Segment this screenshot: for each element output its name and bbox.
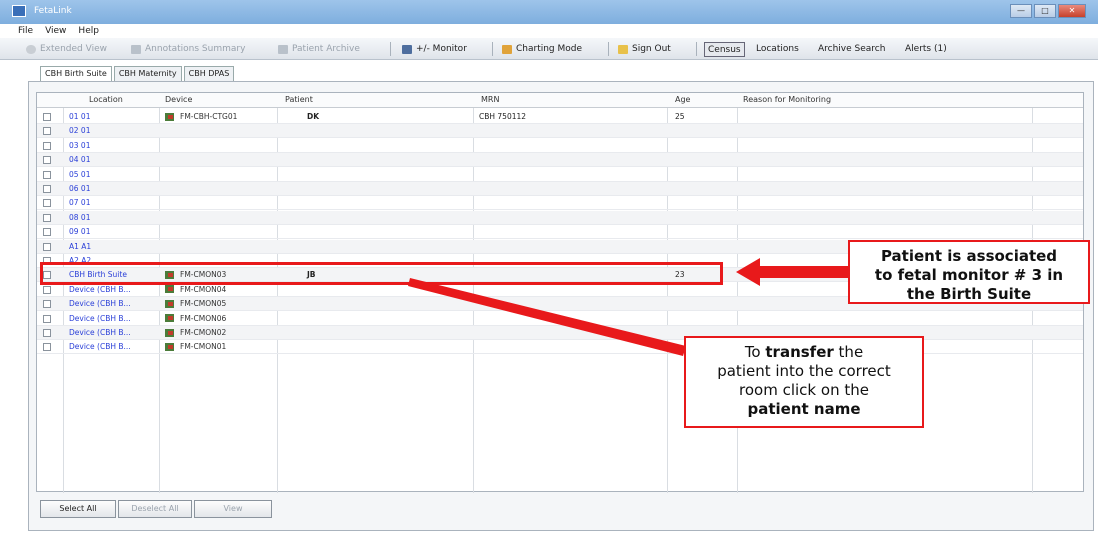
callout-associated: Patient is associated to fetal monitor #… <box>848 240 1090 304</box>
callout-line: Patient is associated <box>880 247 1058 265</box>
callout-line: the Birth Suite <box>906 285 1032 303</box>
callout-line: patient into the correct <box>717 362 891 380</box>
pointer-arrow <box>408 278 686 356</box>
callout-line: to fetal monitor # 3 in <box>874 266 1064 284</box>
callout-line: patient name <box>747 400 861 418</box>
callout-line: To transfer the <box>744 343 864 361</box>
left-arrow <box>736 258 848 286</box>
callout-line: room click on the <box>739 381 869 399</box>
callout-transfer: To transfer the patient into the correct… <box>684 336 924 428</box>
